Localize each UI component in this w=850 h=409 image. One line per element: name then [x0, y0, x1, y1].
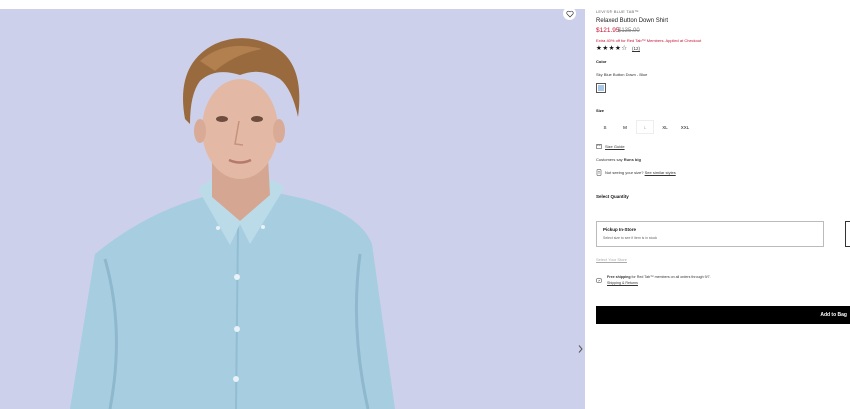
quantity-label: Select Quantity: [596, 194, 629, 199]
review-count[interactable]: (12): [632, 46, 640, 52]
add-to-bag-button[interactable]: Add to Bag: [596, 306, 850, 324]
color-swatch-sky-blue[interactable]: [596, 83, 606, 93]
not-seeing-text: Not seeing your size?: [605, 170, 644, 175]
size-option-l[interactable]: L: [636, 120, 654, 134]
ship-option-card[interactable]: [845, 221, 850, 247]
size-option-s[interactable]: S: [596, 120, 614, 134]
fit-note-prefix: Customers say: [596, 157, 624, 162]
add-to-bag-label: Add to Bag: [820, 312, 847, 318]
size-option-xxl[interactable]: XXL: [676, 120, 694, 134]
heart-icon: [565, 10, 574, 17]
size-label: Size: [596, 108, 605, 113]
pickup-in-store-option[interactable]: Pickup In-Store Select size to see if it…: [596, 221, 824, 247]
ruler-icon: [596, 144, 602, 149]
sale-price: $121.95: [596, 27, 620, 34]
product-title: Relaxed Button Down Shirt: [596, 18, 669, 24]
not-seeing-size: Not seeing your size? See similar styles: [605, 171, 676, 175]
color-label: Color: [596, 59, 607, 64]
truck-icon: [596, 278, 602, 283]
original-price: $135.00: [618, 28, 640, 34]
product-image[interactable]: [0, 9, 585, 409]
select-store-link[interactable]: Select Your Store: [596, 258, 627, 262]
size-option-m[interactable]: M: [616, 120, 634, 134]
pickup-title: Pickup In-Store: [603, 227, 637, 232]
pickup-subtitle: Select size to see if item is in stock: [603, 236, 658, 240]
size-option-xl[interactable]: XL: [656, 120, 674, 134]
fit-note-value: Runs big: [623, 157, 641, 162]
shipping-returns-link[interactable]: Shipping & Returns: [607, 281, 638, 286]
wishlist-button[interactable]: [563, 7, 576, 20]
shipping-text: for Red Tab™ members on all orders throu…: [630, 275, 711, 279]
brand-label: LEVI'S® BLUE TAB™: [596, 9, 639, 14]
free-shipping-label: Free shipping: [607, 275, 631, 279]
chevron-right-icon: [578, 345, 583, 353]
promo-text: Extra 40% off for Red Tab™ Members. Appl…: [596, 38, 702, 43]
model-photo: [70, 38, 395, 409]
next-image-button[interactable]: [575, 342, 585, 356]
hanger-icon: [596, 169, 602, 176]
selected-color: Sky Blue Button Down - Blue: [596, 72, 648, 77]
star-rating[interactable]: ★★★★☆: [596, 45, 628, 53]
size-guide-link[interactable]: Size Guide: [605, 145, 625, 149]
similar-styles-link[interactable]: See similar styles: [645, 170, 676, 175]
shipping-info: Free shipping for Red Tab™ members on al…: [607, 275, 711, 280]
fit-note: Customers say Runs big: [596, 158, 641, 162]
size-selector: S M L XL XXL: [596, 120, 694, 134]
